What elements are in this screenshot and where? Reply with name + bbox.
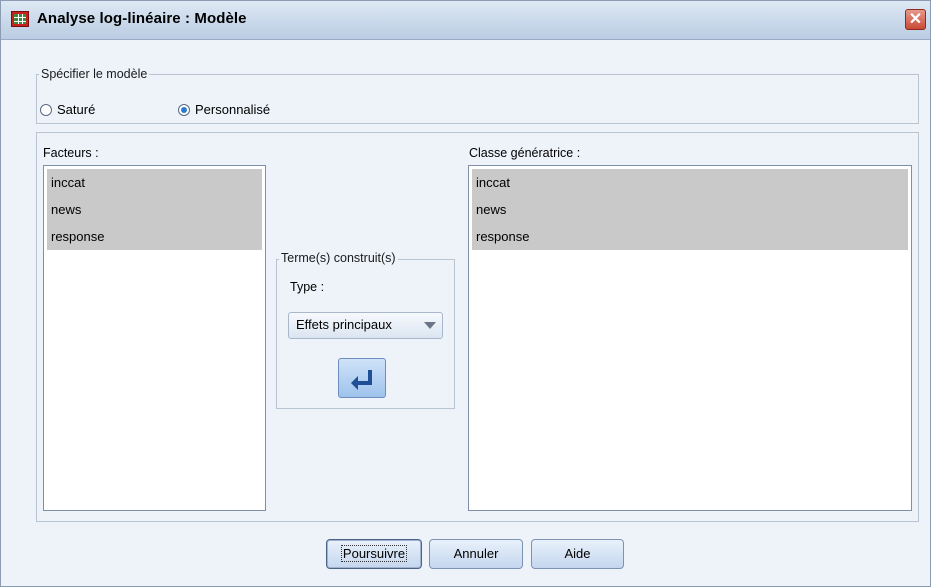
list-item[interactable]: news (472, 196, 908, 223)
cancel-button[interactable]: Annuler (429, 539, 523, 569)
list-item[interactable]: response (472, 223, 908, 250)
list-item[interactable]: news (47, 196, 262, 223)
radio-sature-circle[interactable] (40, 103, 52, 116)
spss-grid-icon (11, 11, 29, 27)
generating-class-list[interactable]: inccat news response (468, 165, 912, 511)
radio-personnalise-circle[interactable] (178, 103, 190, 116)
move-arrow-icon (351, 370, 372, 390)
list-item[interactable]: response (47, 223, 262, 250)
factors-label: Facteurs : (43, 146, 99, 160)
move-button[interactable] (338, 358, 386, 398)
radio-sature-label: Saturé (57, 102, 96, 117)
radio-sature[interactable]: Saturé (40, 102, 95, 117)
generating-class-label: Classe génératrice : (469, 146, 581, 160)
specify-model-legend: Spécifier le modèle (39, 67, 150, 81)
type-select[interactable]: Effets principaux (288, 312, 443, 339)
dialog-window: Analyse log-linéaire : Modèle ✕ Spécifie… (0, 0, 931, 587)
continue-button[interactable]: Poursuivre (326, 539, 422, 569)
build-terms-legend: Terme(s) construit(s) (279, 251, 398, 265)
continue-button-label: Poursuivre (340, 545, 408, 562)
dialog-title: Analyse log-linéaire : Modèle (37, 10, 247, 27)
radio-personnalise-label: Personnalisé (195, 102, 271, 117)
specify-model-group (36, 74, 919, 124)
type-label: Type : (290, 280, 325, 294)
chevron-down-icon (424, 322, 436, 329)
help-button[interactable]: Aide (531, 539, 624, 569)
factors-list[interactable]: inccat news response (43, 165, 266, 511)
title-bar[interactable]: Analyse log-linéaire : Modèle ✕ (1, 1, 930, 40)
type-select-value: Effets principaux (296, 317, 392, 332)
close-button[interactable]: ✕ (905, 9, 926, 30)
dialog-body: Spécifier le modèle Saturé Personnalisé … (1, 40, 930, 586)
list-item[interactable]: inccat (47, 169, 262, 196)
radio-personnalise[interactable]: Personnalisé (178, 102, 270, 117)
list-item[interactable]: inccat (472, 169, 908, 196)
